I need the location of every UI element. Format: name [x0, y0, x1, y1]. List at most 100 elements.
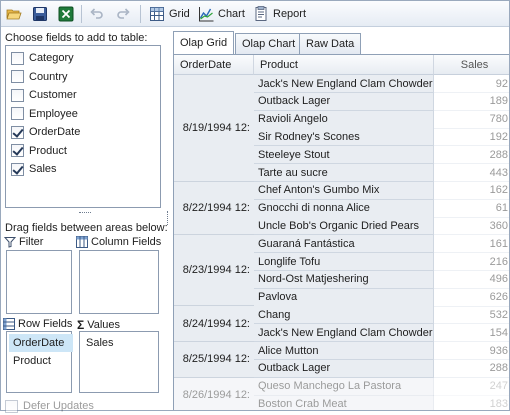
product-cell[interactable]: Queso Manchego La Pastora	[254, 377, 434, 396]
sales-cell[interactable]: 360	[434, 217, 509, 236]
sales-cell[interactable]: 496	[434, 271, 509, 289]
splitter-grip[interactable]	[79, 212, 91, 215]
defer-updates-checkbox[interactable]: Defer Updates	[5, 397, 94, 415]
sales-cell[interactable]: 216	[434, 253, 509, 271]
values-area[interactable]: Sales	[79, 331, 159, 393]
header-orderdate[interactable]: OrderDate	[174, 55, 254, 75]
field-label: OrderDate	[29, 126, 81, 138]
column-fields-area[interactable]	[79, 250, 159, 314]
chart-view-label: Chart	[218, 8, 245, 20]
sales-cell[interactable]: 443	[434, 164, 509, 182]
product-cell[interactable]: Guaraná Fantástica	[254, 235, 434, 254]
field-item-country[interactable]: Country	[11, 68, 68, 86]
product-cell[interactable]: Ravioli Angelo	[254, 110, 434, 129]
open-folder-icon	[6, 6, 22, 22]
product-cell[interactable]: Nord-Ost Matjeshering	[254, 270, 434, 289]
product-cell[interactable]: Sir Rodney's Scones	[254, 128, 434, 147]
sales-cell[interactable]: 154	[434, 324, 509, 343]
orderdate-cell[interactable]: 8/19/1994 12:	[174, 75, 254, 182]
grid-view-button[interactable]: Grid	[149, 4, 190, 24]
filter-area-header: Filter	[3, 236, 43, 248]
redo-icon	[115, 6, 131, 22]
row-fields-area[interactable]: OrderDate Product	[6, 331, 73, 393]
report-button[interactable]: Report	[253, 4, 306, 24]
field-label: Product	[29, 144, 67, 157]
vertical-splitter[interactable]	[167, 211, 168, 225]
field-checkbox[interactable]	[11, 70, 24, 83]
sales-cell[interactable]: 61	[434, 200, 509, 218]
field-checkbox[interactable]	[11, 125, 24, 139]
field-item-product[interactable]: Product	[11, 142, 67, 160]
column-area-header: Column Fields	[76, 236, 161, 248]
field-item-orderdate[interactable]: OrderDate	[11, 123, 80, 141]
product-cell[interactable]: Boston Crab Meat	[254, 395, 434, 410]
value-field-sales[interactable]: Sales	[82, 334, 146, 352]
product-cell[interactable]: Longlife Tofu	[254, 253, 434, 271]
field-item-employee[interactable]: Employee	[11, 105, 78, 123]
undo-button[interactable]	[89, 4, 105, 24]
sales-cell[interactable]: 288	[434, 360, 509, 378]
product-cell[interactable]: Gnocchi di nonna Alice	[254, 199, 434, 218]
tab-olap-grid[interactable]: Olap Grid	[173, 31, 235, 54]
sales-cell[interactable]: 247	[434, 378, 509, 396]
redo-button[interactable]	[115, 4, 131, 24]
sales-cell[interactable]: 192	[434, 128, 509, 147]
filter-area[interactable]	[6, 250, 72, 314]
row-field-product[interactable]: Product	[9, 352, 73, 370]
open-button[interactable]	[6, 4, 22, 24]
product-cell[interactable]: Chang	[254, 306, 434, 325]
sales-cell[interactable]: 288	[434, 146, 509, 165]
field-item-category[interactable]: Category	[11, 49, 74, 67]
grid-icon	[149, 6, 165, 22]
row-field-orderdate[interactable]: OrderDate	[9, 334, 73, 352]
field-item-sales[interactable]: Sales	[11, 160, 57, 178]
orderdate-cell[interactable]: 8/24/1994 12:	[174, 306, 254, 342]
header-sales[interactable]: Sales	[434, 55, 509, 75]
field-list: Category Country Customer Employee OrderDate…	[5, 45, 161, 208]
tab-olap-chart[interactable]: Olap Chart	[235, 33, 303, 54]
product-cell[interactable]: Jack's New England Clam Chowder	[254, 324, 434, 343]
sales-cell[interactable]: 626	[434, 289, 509, 307]
product-cell[interactable]: Tarte au sucre	[254, 164, 434, 182]
chart-icon	[198, 6, 214, 22]
field-checkbox[interactable]	[11, 144, 24, 157]
export-excel-button[interactable]	[58, 4, 74, 24]
product-cell[interactable]: Pavlova	[254, 288, 434, 307]
header-product[interactable]: Product	[254, 55, 434, 75]
product-cell[interactable]: Chef Anton's Gumbo Mix	[254, 181, 434, 200]
field-label: Employee	[29, 107, 78, 120]
undo-icon	[89, 6, 105, 22]
column-fields-icon	[76, 236, 88, 248]
tab-raw-data[interactable]: Raw Data	[299, 33, 362, 54]
field-checkbox[interactable]	[11, 107, 24, 120]
field-checkbox[interactable]	[11, 51, 24, 65]
product-cell[interactable]: Steeleye Stout	[254, 146, 434, 165]
sales-cell[interactable]: 780	[434, 111, 509, 129]
sales-cell[interactable]: 183	[434, 395, 509, 410]
product-cell[interactable]: Outback Lager	[254, 359, 434, 378]
orderdate-cell[interactable]: 8/22/1994 12:	[174, 181, 254, 236]
defer-updates-label: Defer Updates	[23, 400, 94, 412]
orderdate-cell[interactable]: 8/26/1994 12:	[174, 377, 254, 410]
field-item-customer[interactable]: Customer	[11, 86, 77, 104]
field-label: Sales	[29, 163, 57, 175]
grid-view-label: Grid	[169, 8, 190, 20]
product-cell[interactable]: Jack's New England Clam Chowder	[254, 75, 434, 93]
field-checkbox[interactable]	[11, 88, 24, 102]
sales-cell[interactable]: 162	[434, 182, 509, 200]
product-cell[interactable]: Uncle Bob's Organic Dried Pears	[254, 217, 434, 236]
chart-view-button[interactable]: Chart	[198, 4, 245, 24]
sales-cell[interactable]: 936	[434, 342, 509, 360]
sales-cell[interactable]: 161	[434, 235, 509, 254]
product-cell[interactable]: Outback Lager	[254, 92, 434, 111]
orderdate-cell[interactable]: 8/23/1994 12:	[174, 235, 254, 307]
row-area-header: Row Fields	[3, 318, 72, 330]
sales-cell[interactable]: 532	[434, 306, 509, 325]
orderdate-cell[interactable]: 8/25/1994 12:	[174, 342, 254, 378]
product-cell[interactable]: Alice Mutton	[254, 342, 434, 360]
sales-cell[interactable]: 189	[434, 93, 509, 111]
sales-cell[interactable]: 92	[434, 75, 509, 93]
values-area-label: Values	[87, 319, 121, 331]
field-checkbox[interactable]	[11, 162, 24, 176]
save-button[interactable]	[32, 4, 48, 24]
